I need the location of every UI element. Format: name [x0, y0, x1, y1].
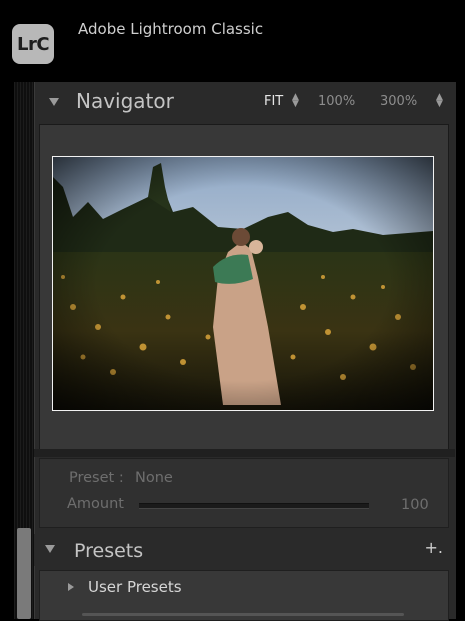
- navigator-header[interactable]: Navigator FIT ▲ ▼ 100% 300% ▲ ▼: [34, 84, 455, 120]
- preset-label: Preset :: [69, 470, 124, 486]
- zoom-100[interactable]: 100%: [318, 94, 355, 109]
- amount-label: Amount: [67, 496, 124, 512]
- amount-slider[interactable]: [139, 503, 369, 509]
- presets-header[interactable]: Presets +.: [34, 534, 455, 566]
- title-bar: LrC Adobe Lightroom Classic: [0, 0, 465, 78]
- updown-arrows-icon[interactable]: ▲ ▼: [436, 93, 443, 109]
- navigator-title: Navigator: [76, 89, 174, 113]
- collapse-triangle-icon[interactable]: [45, 545, 55, 553]
- navigator-preview-image[interactable]: [52, 156, 434, 411]
- scroll-indicator: [82, 613, 404, 616]
- expand-triangle-icon[interactable]: [68, 583, 74, 591]
- collapse-triangle-icon[interactable]: [49, 98, 59, 106]
- zoom-fit[interactable]: FIT: [264, 94, 283, 109]
- app-title: Adobe Lightroom Classic: [78, 20, 264, 38]
- preset-amount-panel: [39, 458, 449, 528]
- user-presets-label: User Presets: [88, 578, 182, 596]
- amount-value: 100: [401, 497, 429, 513]
- preset-value: None: [135, 470, 173, 486]
- scrollbar-thumb[interactable]: [17, 528, 31, 619]
- plus-icon[interactable]: +.: [425, 538, 444, 557]
- presets-title: Presets: [74, 540, 144, 562]
- app-logo: LrC: [12, 24, 54, 64]
- panel-divider: [34, 449, 455, 457]
- updown-arrows-icon[interactable]: ▲ ▼: [292, 93, 299, 109]
- zoom-300[interactable]: 300%: [380, 94, 417, 109]
- list-item[interactable]: User Presets: [39, 570, 449, 621]
